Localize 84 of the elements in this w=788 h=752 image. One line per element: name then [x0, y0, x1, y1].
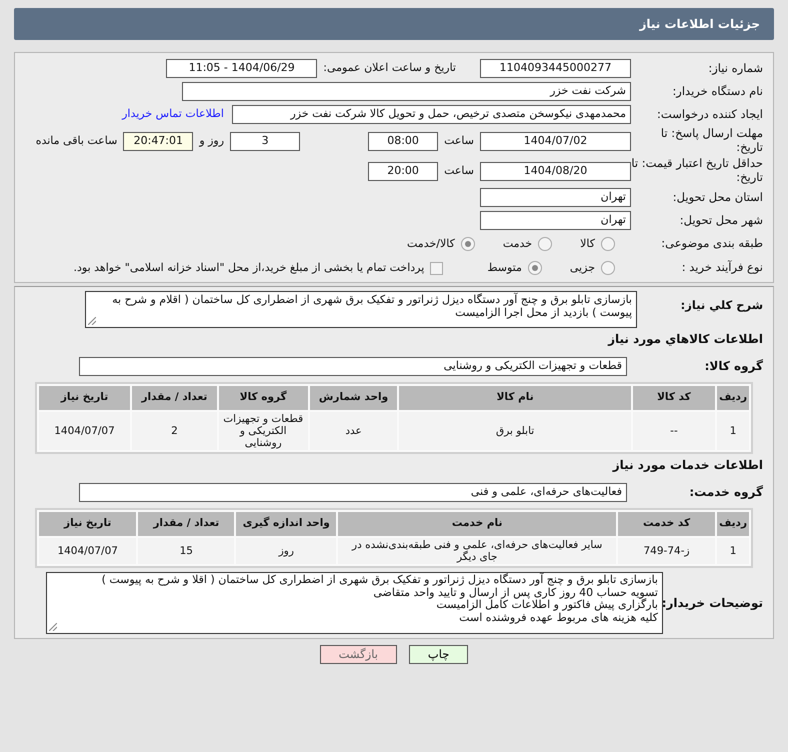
- page-title: جزئیات اطلاعات نیاز: [14, 8, 774, 40]
- radio-label: جزیی: [570, 260, 595, 276]
- field-label: روز و: [198, 132, 226, 149]
- input-field[interactable]: 08:00: [368, 132, 438, 150]
- input-field[interactable]: 1104093445000277: [480, 59, 631, 78]
- section-title: اطلاعات کالاهاي مورد نیاز: [606, 331, 764, 348]
- input-field[interactable]: فعالیت‌های حرفه‌ای، علمی و فنی: [79, 482, 627, 502]
- table-cell: 1: [717, 538, 749, 564]
- radio-button[interactable]: [528, 261, 542, 275]
- input-field[interactable]: تهران: [480, 211, 631, 230]
- field-label: شهر محل تحویل:: [678, 214, 763, 228]
- column-header: کد خدمت: [618, 512, 716, 536]
- note-line: کلیه هزینه های مربوط عهده فروشنده است: [458, 612, 658, 625]
- text-area[interactable]: [46, 572, 663, 634]
- resize-grip-icon[interactable]: [49, 622, 57, 631]
- column-header: تاریخ نیاز: [39, 386, 130, 410]
- checkbox[interactable]: [430, 262, 444, 274]
- field-label: شرح کلي نیاز:: [680, 297, 763, 313]
- column-header: تاریخ نیاز: [39, 512, 136, 536]
- field-label: حداقل تاریخ اعتبار قیمت: تا تاریخ:: [631, 157, 763, 185]
- field-label: گروه کالا:: [704, 359, 763, 374]
- input-field[interactable]: 1404/08/20: [480, 162, 631, 180]
- table-cell: 15: [138, 538, 234, 564]
- input-field[interactable]: 20:47:01: [123, 132, 194, 150]
- input-field[interactable]: 20:00: [368, 162, 438, 180]
- radio-button[interactable]: [601, 261, 615, 275]
- table-cell: ز-74-749: [618, 538, 716, 564]
- print-button[interactable]: چاپ: [408, 644, 468, 664]
- field-label: مهلت ارسال پاسخ: تا تاریخ:: [660, 127, 763, 155]
- input-field[interactable]: 1404/06/29 - 11:05: [166, 59, 318, 78]
- field-label: ایجاد کننده درخواست:: [656, 108, 763, 122]
- radio-label: متوسط: [487, 260, 522, 276]
- table-cell: سایر فعالیت‌های حرفه‌ای، علمی و فنی طبقه‌بندی‌نشده در جای دیگر: [338, 538, 616, 564]
- table-cell: --: [632, 412, 716, 450]
- note-line: بارگزاری پیش فاکتور و اطلاعات کامل الزامیست: [435, 599, 658, 612]
- note-line: تسویه حساب 40 روز کاری پس از ارسال و تایید واحد متقاضی: [373, 586, 658, 599]
- field-label: تاریخ و ساعت اعلان عمومی:: [322, 60, 457, 76]
- table-cell: 1: [717, 412, 749, 450]
- field-label: نوع فرآیند خرید :: [680, 261, 763, 275]
- input-field[interactable]: تهران: [480, 188, 631, 207]
- radio-button[interactable]: [601, 237, 615, 251]
- radio-label: کالا: [580, 236, 595, 252]
- section-title: اطلاعات خدمات مورد نیاز: [611, 457, 764, 474]
- column-header: ردیف: [717, 512, 749, 536]
- input-field[interactable]: محمدمهدی نیکوسخن متصدی ترخیص، حمل و تحویل کالا شرکت نفت خزر: [232, 105, 631, 124]
- resize-grip-icon[interactable]: [88, 317, 96, 326]
- input-field[interactable]: قطعات و تجهیزات الکتریکی و روشنایی: [79, 356, 627, 376]
- column-header: ردیف: [717, 386, 749, 410]
- table-cell: 1404/07/07: [39, 412, 130, 450]
- column-header: کد کالا: [632, 386, 716, 410]
- table-cell: 2: [132, 412, 217, 450]
- radio-button[interactable]: [460, 237, 475, 251]
- column-header: تعداد / مقدار: [132, 386, 217, 410]
- field-label: ساعت: [443, 132, 475, 149]
- note-line: بازسازی تابلو برق و چنج آور دستگاه دیزل ژنراتور و تفکیک برق شهری از اضطراری کل ساختمان ( اقلا و شرح به پیوست ): [100, 574, 658, 587]
- field-label: استان محل تحویل:: [672, 190, 763, 204]
- checkbox-label: پرداخت تمام یا بخشی از مبلغ خرید،از محل "اسناد خزانه اسلامی" خواهد بود.: [74, 260, 424, 276]
- input-field[interactable]: شرکت نفت خزر: [182, 82, 631, 101]
- radio-label: کالا/خدمت: [407, 236, 455, 252]
- contact-link[interactable]: اطلاعات تماس خریدار: [122, 106, 232, 123]
- field-label: توضیحات خریدار:: [663, 596, 763, 610]
- radio-label: خدمت: [502, 236, 532, 252]
- column-header: واحد شمارش: [310, 386, 398, 410]
- table-cell: روز: [236, 538, 336, 564]
- column-header: نام کالا: [399, 386, 631, 410]
- field-label: ساعت: [443, 162, 475, 179]
- field-label: شماره نیاز:: [707, 62, 763, 76]
- back-button[interactable]: بازگشت: [320, 644, 397, 664]
- table-cell: 1404/07/07: [39, 538, 136, 564]
- column-header: واحد اندازه گیری: [236, 512, 336, 536]
- field-label: ساعت باقی مانده: [34, 132, 118, 149]
- column-header: تعداد / مقدار: [138, 512, 234, 536]
- text-area[interactable]: بازسازی تابلو برق و چنج آور دستگاه دیزل ژنراتور و تفکیک برق شهری از اضطراری کل ساختمان ( اقلام و شرح به پیوست ) بازدید از محل اجرا الزامیست: [85, 291, 637, 328]
- table-cell: عدد: [310, 412, 398, 450]
- input-field[interactable]: 1404/07/02: [480, 132, 631, 150]
- table-cell: قطعات و تجهیزات الکتریکی و روشنایی: [218, 412, 308, 450]
- table-cell: تابلو برق: [399, 412, 631, 450]
- field-label: گروه خدمت:: [688, 485, 763, 500]
- column-header: نام خدمت: [338, 512, 616, 536]
- field-label: طبقه بندی موضوعی:: [660, 237, 763, 251]
- column-header: گروه کالا: [218, 386, 308, 410]
- input-field[interactable]: 3: [230, 132, 300, 150]
- field-label: نام دستگاه خریدار:: [671, 84, 763, 98]
- radio-button[interactable]: [538, 237, 552, 251]
